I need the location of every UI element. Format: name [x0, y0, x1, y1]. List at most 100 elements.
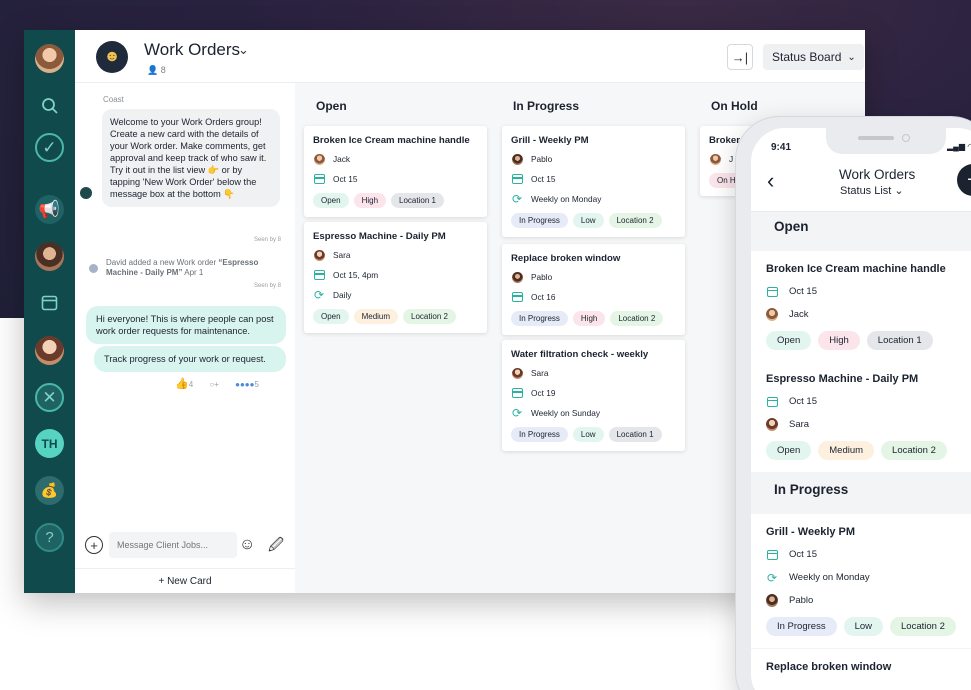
- assignee-avatar: [511, 271, 523, 283]
- help-icon: ?: [45, 529, 54, 546]
- app-header: ☻ Work Orders ⌄ 👤 8 →| Status Board⌄ +: [75, 30, 865, 83]
- phone-work-order-card[interactable]: Grill - Weekly PM Oct 15 ⟳ Weekly on Mond…: [751, 514, 971, 648]
- repeat-icon: ⟳: [766, 570, 778, 585]
- location-tag: Location 1: [391, 193, 444, 208]
- rail-tasks[interactable]: ✓: [35, 133, 64, 162]
- new-card-button[interactable]: + New Card: [75, 568, 295, 593]
- card-repeat: Weekly on Monday: [789, 572, 870, 583]
- view-select[interactable]: Status Board ⌄: [763, 44, 864, 70]
- work-order-card[interactable]: Grill - Weekly PM Pablo Oct 15 ⟳ Weekly o…: [502, 126, 685, 237]
- card-date: Oct 19: [531, 388, 556, 398]
- status-tag: In Progress: [511, 213, 568, 228]
- card-assignee: Sara: [531, 368, 549, 378]
- rail-money-group[interactable]: 💰: [35, 476, 64, 505]
- chevron-down-icon[interactable]: ⌄: [238, 42, 249, 58]
- card-assignee: Jack: [789, 309, 809, 320]
- person-icon: 👤: [147, 65, 159, 75]
- message-input[interactable]: [109, 532, 237, 558]
- card-repeat: Weekly on Monday: [531, 194, 602, 204]
- status-tag: In Progress: [766, 617, 837, 636]
- card-date: Oct 15, 4pm: [333, 270, 379, 280]
- calendar-icon: [511, 388, 523, 398]
- rail-group-avatar[interactable]: [35, 242, 64, 271]
- rail-calendar[interactable]: [35, 288, 64, 317]
- add-reaction-icon[interactable]: ○+: [209, 380, 219, 389]
- status-tag: In Progress: [511, 427, 568, 442]
- location-tag: Location 2: [610, 311, 664, 326]
- page-title[interactable]: Work Orders: [144, 40, 240, 60]
- rail-work-orders[interactable]: ✕: [35, 383, 64, 412]
- card-title: Water filtration check - weekly: [511, 349, 649, 360]
- seen-count: 5: [254, 380, 259, 389]
- card-title: Replace broken window: [766, 661, 892, 673]
- sidebar-rail: ✓ 📢 ✕ TH 💰 ?: [24, 30, 75, 593]
- calendar-icon: [41, 295, 58, 311]
- message-composer: + ☺ 🖉: [75, 530, 295, 560]
- composer-add-button[interactable]: +: [85, 536, 103, 554]
- rail-th-group[interactable]: TH: [35, 429, 64, 458]
- seen-indicator: Seen by 8: [254, 237, 282, 243]
- card-title: Broken Ice Cream machine handle: [766, 263, 946, 275]
- rail-contact-avatar[interactable]: [35, 336, 64, 365]
- chat-message: Track progress of your work or request.: [94, 346, 286, 372]
- card-date: Oct 16: [531, 292, 556, 302]
- thumbs-up-icon[interactable]: 👍: [175, 378, 189, 390]
- group-logo[interactable]: ☻: [96, 41, 128, 73]
- rail-search[interactable]: [35, 91, 64, 120]
- bot-avatar: [80, 187, 92, 199]
- collapse-panel-button[interactable]: →|: [727, 44, 753, 70]
- assignee-avatar: [766, 418, 778, 431]
- location-tag: Location 2: [881, 441, 947, 460]
- phone-section-title: In Progress: [774, 482, 849, 497]
- phone-add-button[interactable]: +: [957, 164, 971, 196]
- assignee-avatar: [511, 367, 523, 379]
- emoji-icon[interactable]: ☺: [239, 536, 255, 554]
- chevron-down-icon: ⌄: [847, 51, 856, 63]
- rail-help[interactable]: ?: [35, 523, 64, 552]
- phone-work-order-card[interactable]: Broken Ice Cream machine handle Oct 15 J…: [751, 251, 971, 362]
- back-chevron-icon[interactable]: ‹: [767, 168, 774, 194]
- work-order-card[interactable]: Replace broken window Pablo Oct 16 In Pr…: [502, 244, 685, 335]
- phone-work-order-card[interactable]: Replace broken window: [751, 649, 971, 690]
- priority-tag: Low: [572, 427, 604, 442]
- user-avatar[interactable]: [35, 44, 64, 73]
- calendar-icon: [313, 174, 325, 184]
- event-date: Apr 1: [182, 268, 204, 277]
- calendar-icon: [766, 396, 778, 407]
- event-message: David added a new Work order “Espresso M…: [106, 258, 286, 278]
- money-bag-icon: 💰: [40, 482, 59, 498]
- location-tag: Location 2: [403, 309, 456, 324]
- card-repeat: Daily: [333, 290, 352, 300]
- work-order-card[interactable]: Espresso Machine - Daily PM Sara Oct 15,…: [304, 222, 487, 333]
- chat-panel: Coast Welcome to your Work Orders group!…: [75, 83, 295, 593]
- priority-tag: Low: [843, 617, 884, 636]
- message-reactions: 👍4 ○+ ●●●●5: [175, 377, 290, 390]
- tools-icon: ✕: [42, 388, 57, 407]
- phone-section-title: Open: [774, 219, 809, 234]
- column-title-in-progress: In Progress: [513, 99, 580, 113]
- rail-announcements[interactable]: 📢: [35, 195, 64, 224]
- phone-work-order-card[interactable]: Espresso Machine - Daily PM Oct 15 Sara …: [751, 361, 971, 472]
- calendar-icon: [766, 286, 778, 297]
- view-select-label: Status Board: [772, 50, 842, 64]
- calendar-icon: [313, 270, 325, 280]
- card-date: Oct 15: [789, 396, 817, 407]
- priority-tag: High: [572, 311, 606, 326]
- work-order-card[interactable]: Broken Ice Cream machine handle Jack Oct…: [304, 126, 487, 217]
- work-order-card[interactable]: Water filtration check - weekly Sara Oct…: [502, 340, 685, 451]
- column-title-open: Open: [316, 99, 347, 113]
- priority-tag: Medium: [818, 441, 875, 460]
- event-icon: [89, 264, 98, 273]
- card-date: Oct 15: [333, 174, 358, 184]
- signal-wifi-icon: ▂▄▆ ◠: [947, 142, 971, 151]
- card-assignee: Pablo: [531, 272, 553, 282]
- phone-view-select[interactable]: Status List ⌄: [840, 184, 904, 197]
- welcome-message: Welcome to your Work Orders group! Creat…: [102, 109, 280, 207]
- status-tag: Open: [766, 331, 812, 350]
- member-count-value: 8: [160, 65, 166, 75]
- assignee-avatar: [766, 308, 778, 321]
- phone-time: 9:41: [771, 142, 792, 153]
- status-tag: Open: [313, 309, 349, 324]
- attach-image-icon[interactable]: 🖉: [268, 535, 284, 560]
- event-prefix: David added a new Work order: [106, 258, 219, 267]
